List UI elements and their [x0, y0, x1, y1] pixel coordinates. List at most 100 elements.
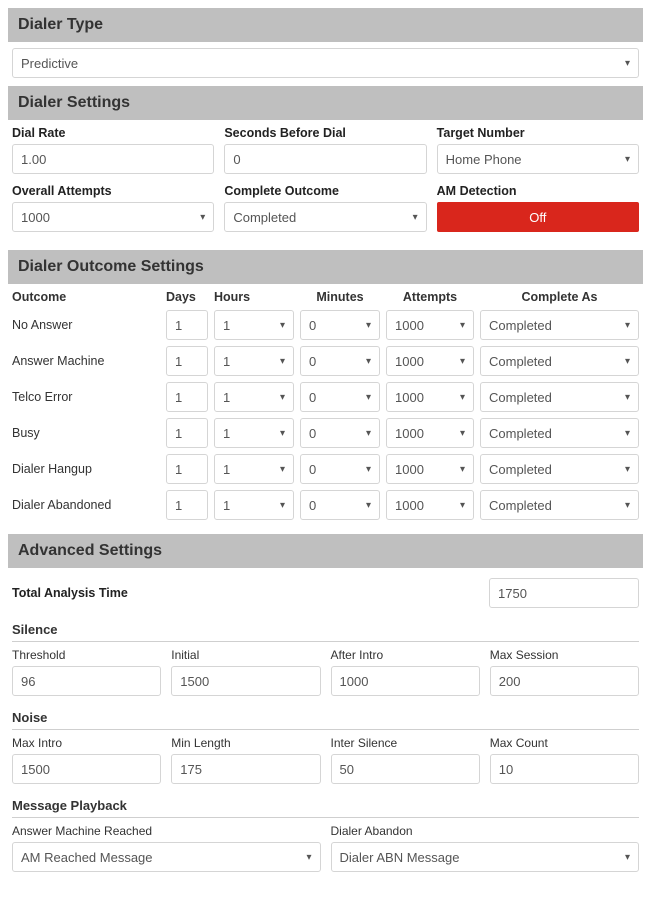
dialer-abandon-label: Dialer Abandon — [331, 824, 640, 838]
outcome-row: No Answer 1▾0▾1000▾ Completed ▾ — [12, 310, 639, 340]
silence-max-session-input[interactable] — [490, 666, 639, 696]
target-number-select[interactable]: Home Phone ▾ — [437, 144, 639, 174]
outcome-complete-as-value: Completed — [489, 426, 552, 441]
outcome-complete-as-select[interactable]: Completed▾ — [480, 454, 639, 484]
target-number-value: Home Phone — [446, 152, 522, 167]
chevron-down-icon: ▾ — [625, 500, 630, 511]
col-outcome: Outcome — [12, 290, 160, 304]
outcome-complete-as-select[interactable]: Completed▾ — [480, 418, 639, 448]
silence-initial-input[interactable] — [171, 666, 320, 696]
chevron-down-icon: ▾ — [625, 58, 630, 69]
dialer-abandon-select[interactable]: Dialer ABN Message ▾ — [331, 842, 640, 872]
noise-min-length-input[interactable] — [171, 754, 320, 784]
section-dialer-type: Dialer Type — [8, 8, 643, 42]
outcome-complete-as-select[interactable]: Completed ▾ — [480, 310, 639, 340]
silence-subheader: Silence — [12, 618, 639, 642]
outcome-complete-as-value: Completed — [489, 318, 552, 333]
chevron-down-icon: ▾ — [460, 500, 465, 511]
chevron-down-icon: ▾ — [366, 392, 371, 403]
chevron-down-icon: ▾ — [366, 428, 371, 439]
outcome-complete-as-select[interactable]: Completed▾ — [480, 346, 639, 376]
dial-rate-input[interactable] — [12, 144, 214, 174]
chevron-down-icon: ▾ — [280, 392, 285, 403]
outcome-minutes-select[interactable]: 0▾ — [300, 490, 380, 520]
outcome-minutes-select[interactable]: 0▾ — [300, 454, 380, 484]
chevron-down-icon: ▾ — [366, 356, 371, 367]
col-complete-as: Complete As — [480, 290, 639, 304]
outcome-row: Answer Machine1▾0▾1000▾Completed▾ — [12, 346, 639, 376]
chevron-down-icon: ▾ — [625, 154, 630, 165]
overall-attempts-select[interactable]: 1000 ▾ — [12, 202, 214, 232]
noise-min-length-label: Min Length — [171, 736, 320, 750]
outcome-header-row: Outcome Days Hours Minutes Attempts Comp… — [12, 290, 639, 304]
silence-initial-label: Initial — [171, 648, 320, 662]
outcome-attempts-select[interactable]: 1000▾ — [386, 418, 474, 448]
outcome-hours-select[interactable]: 1▾ — [214, 418, 294, 448]
outcome-attempts-select[interactable]: 1000▾ — [386, 454, 474, 484]
outcome-name: Busy — [12, 426, 160, 440]
chevron-down-icon: ▾ — [280, 464, 285, 475]
noise-max-intro-input[interactable] — [12, 754, 161, 784]
chevron-down-icon: ▾ — [306, 852, 311, 863]
outcome-days-input[interactable] — [166, 346, 208, 376]
chevron-down-icon: ▾ — [366, 320, 371, 331]
silence-threshold-input[interactable] — [12, 666, 161, 696]
chevron-down-icon: ▾ — [460, 464, 465, 475]
section-advanced-settings: Advanced Settings — [8, 534, 643, 568]
outcome-hours-select[interactable]: 1▾ — [214, 454, 294, 484]
noise-inter-silence-label: Inter Silence — [331, 736, 480, 750]
outcome-hours-select[interactable]: 1▾ — [214, 346, 294, 376]
outcome-hours-select[interactable]: 1▾ — [214, 490, 294, 520]
target-number-label: Target Number — [437, 126, 639, 140]
noise-max-count-label: Max Count — [490, 736, 639, 750]
outcome-hours-select[interactable]: 1▾ — [214, 382, 294, 412]
chevron-down-icon: ▾ — [413, 212, 418, 223]
playback-subheader: Message Playback — [12, 794, 639, 818]
noise-subheader: Noise — [12, 706, 639, 730]
am-reached-label: Answer Machine Reached — [12, 824, 321, 838]
outcome-attempts-value: 1000 — [395, 390, 424, 405]
am-detection-toggle[interactable]: Off — [437, 202, 639, 232]
outcome-attempts-select[interactable]: 1000▾ — [386, 382, 474, 412]
outcome-hours-select[interactable]: 1▾ — [214, 310, 294, 340]
outcome-minutes-select[interactable]: 0▾ — [300, 382, 380, 412]
chevron-down-icon: ▾ — [625, 320, 630, 331]
outcome-days-input[interactable] — [166, 310, 208, 340]
outcome-minutes-select[interactable]: 0▾ — [300, 310, 380, 340]
outcome-minutes-select[interactable]: 0▾ — [300, 346, 380, 376]
dial-rate-label: Dial Rate — [12, 126, 214, 140]
am-reached-value: AM Reached Message — [21, 850, 153, 865]
chevron-down-icon: ▾ — [625, 852, 630, 863]
outcome-attempts-select[interactable]: 1000▾ — [386, 310, 474, 340]
outcome-name: Answer Machine — [12, 354, 160, 368]
silence-threshold-label: Threshold — [12, 648, 161, 662]
complete-outcome-select[interactable]: Completed ▾ — [224, 202, 426, 232]
am-reached-select[interactable]: AM Reached Message ▾ — [12, 842, 321, 872]
outcome-row: Busy1▾0▾1000▾Completed▾ — [12, 418, 639, 448]
total-analysis-input[interactable] — [489, 578, 639, 608]
outcome-attempts-select[interactable]: 1000▾ — [386, 490, 474, 520]
outcome-hours-value: 1 — [223, 498, 230, 513]
outcome-minutes-select[interactable]: 0▾ — [300, 418, 380, 448]
outcome-hours-value: 1 — [223, 426, 230, 441]
chevron-down-icon: ▾ — [625, 392, 630, 403]
outcome-complete-as-value: Completed — [489, 462, 552, 477]
outcome-row: Telco Error1▾0▾1000▾Completed▾ — [12, 382, 639, 412]
section-dialer-settings: Dialer Settings — [8, 86, 643, 120]
col-attempts: Attempts — [386, 290, 474, 304]
silence-after-intro-input[interactable] — [331, 666, 480, 696]
seconds-before-dial-input[interactable] — [224, 144, 426, 174]
outcome-complete-as-select[interactable]: Completed▾ — [480, 490, 639, 520]
outcome-attempts-select[interactable]: 1000▾ — [386, 346, 474, 376]
outcome-days-input[interactable] — [166, 490, 208, 520]
dialer-type-value: Predictive — [21, 56, 78, 71]
outcome-days-input[interactable] — [166, 418, 208, 448]
noise-max-count-input[interactable] — [490, 754, 639, 784]
dialer-type-select[interactable]: Predictive ▾ — [12, 48, 639, 78]
outcome-name: No Answer — [12, 318, 160, 332]
outcome-days-input[interactable] — [166, 382, 208, 412]
outcome-complete-as-select[interactable]: Completed▾ — [480, 382, 639, 412]
outcome-attempts-value: 1000 — [395, 354, 424, 369]
noise-inter-silence-input[interactable] — [331, 754, 480, 784]
outcome-days-input[interactable] — [166, 454, 208, 484]
